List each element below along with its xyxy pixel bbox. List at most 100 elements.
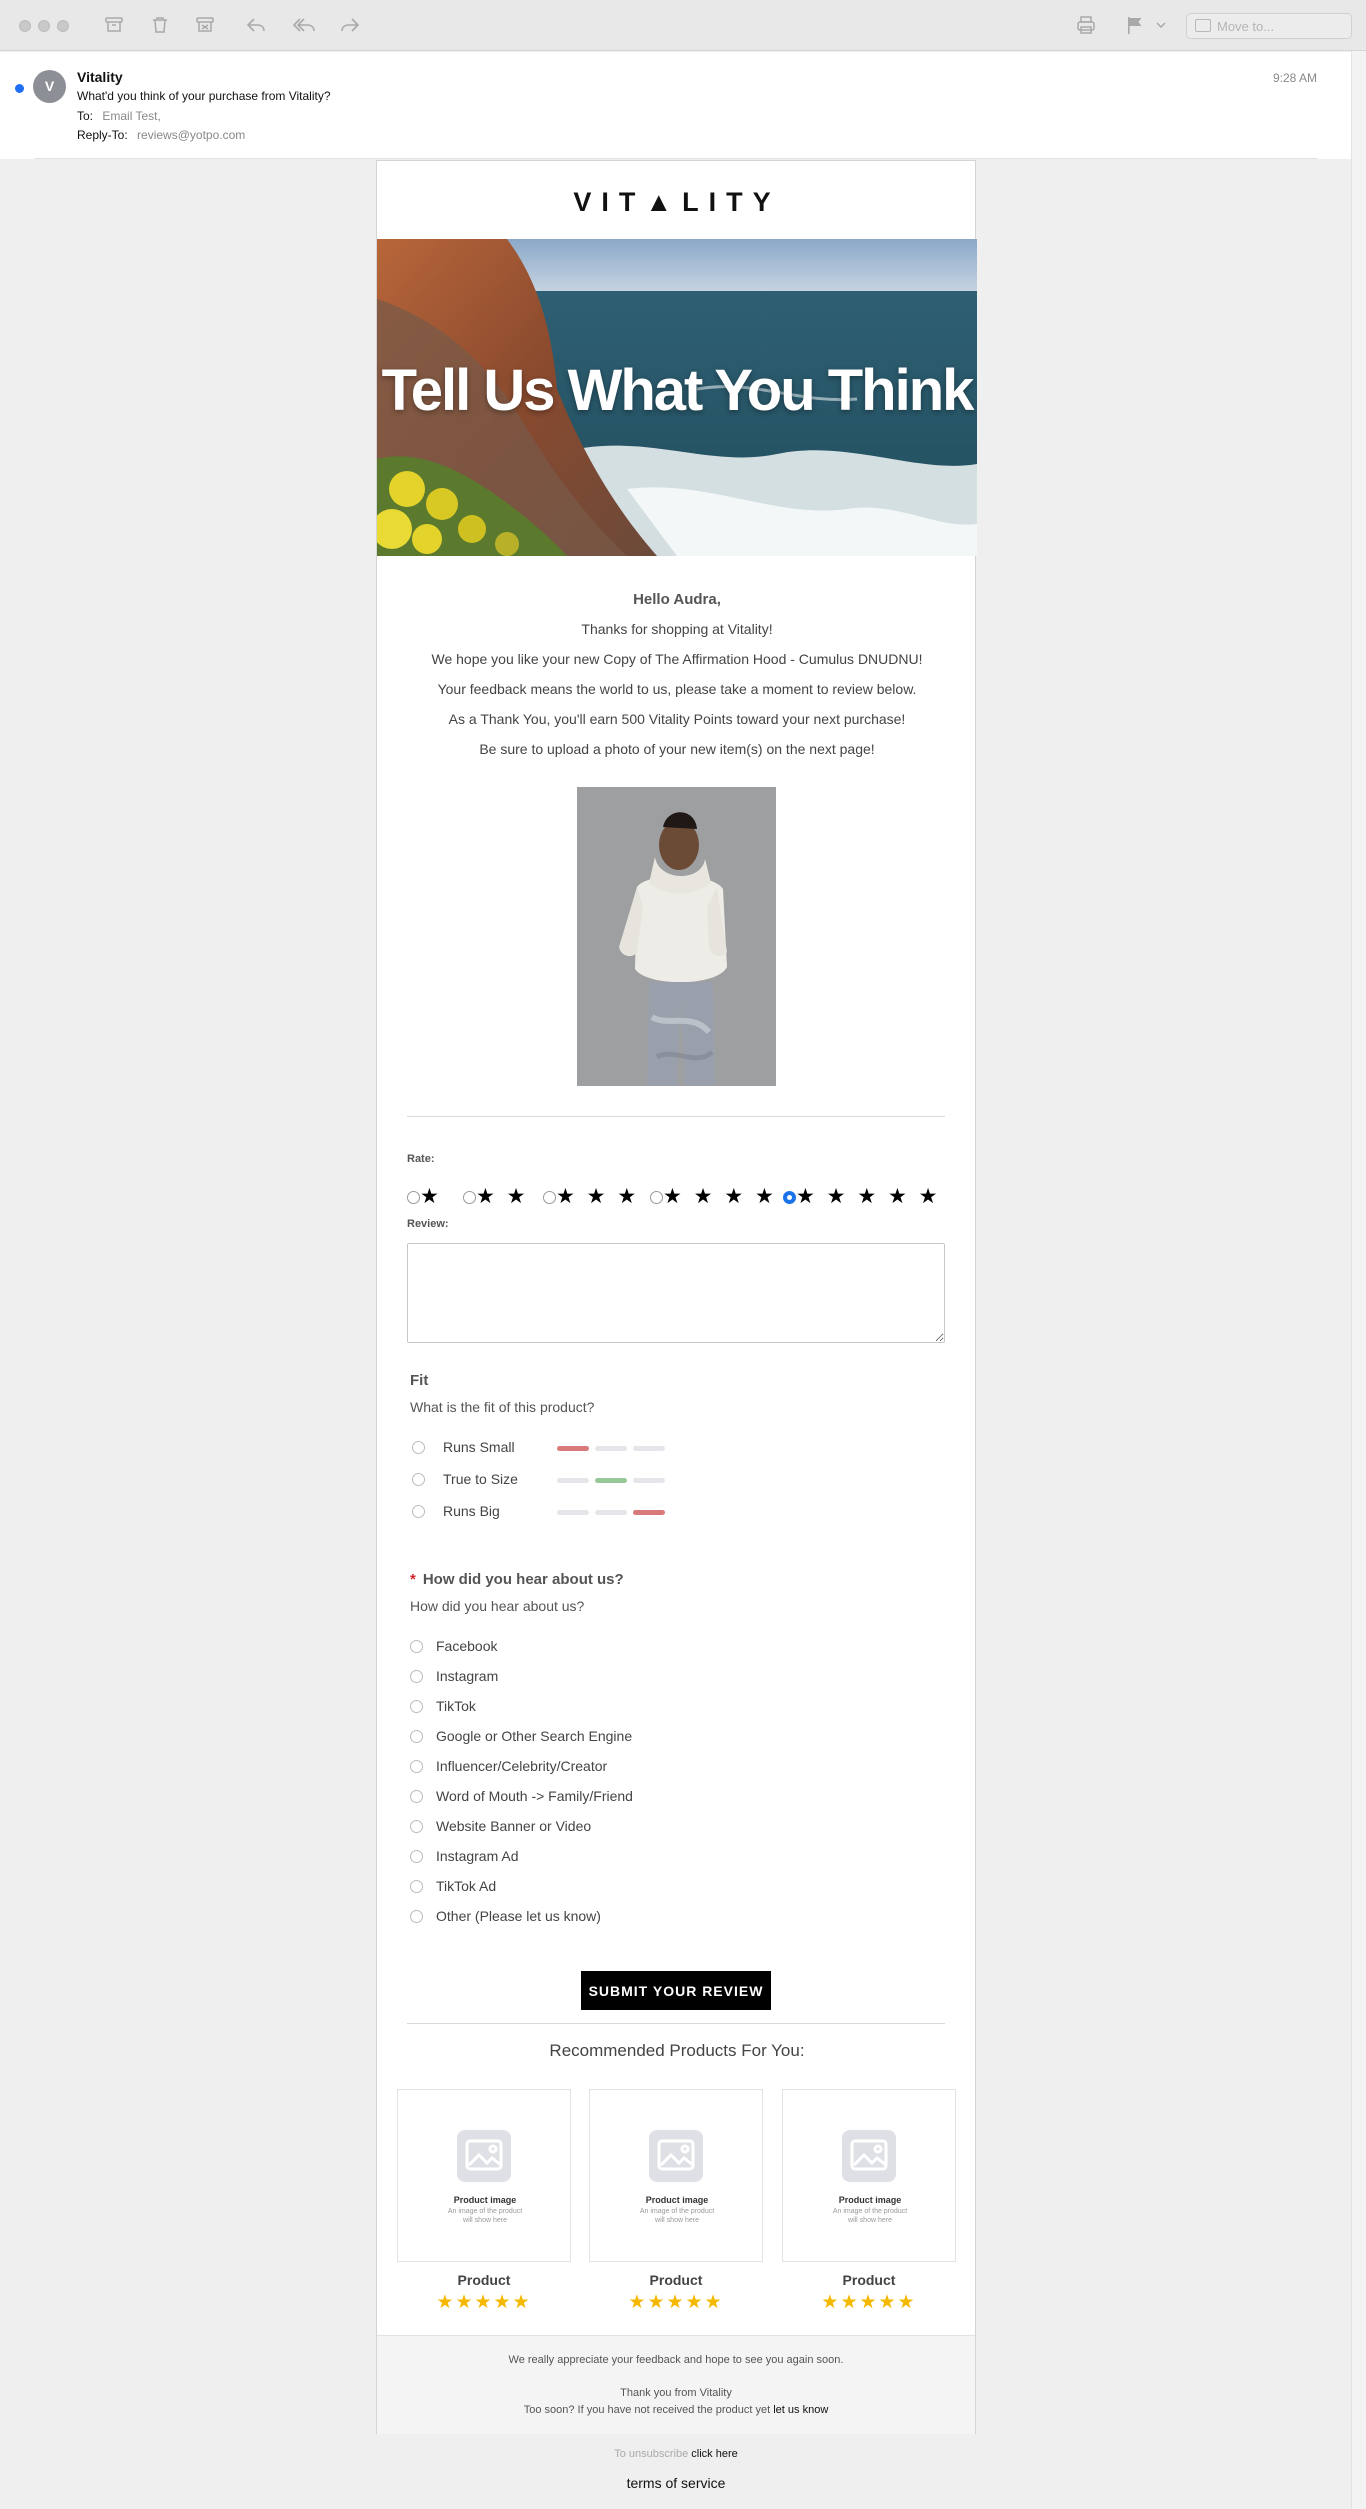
product-photo[interactable]	[577, 787, 776, 1086]
rating-option-1[interactable]: ★	[407, 1185, 442, 1209]
email-footer: We really appreciate your feedback and h…	[377, 2335, 975, 2434]
product-image-desc: An image of the product will show here	[447, 2208, 523, 2224]
hear-option-other[interactable]: Other (Please let us know)	[410, 1907, 810, 1927]
minimize-window-button[interactable]	[38, 20, 50, 32]
hear-option-tiktok-ad[interactable]: TikTok Ad	[410, 1877, 810, 1897]
rating-option-4[interactable]: ★ ★ ★ ★	[650, 1185, 777, 1209]
rate-label: Rate:	[407, 1153, 435, 1165]
product-image-desc: An image of the product will show here	[639, 2208, 715, 2224]
product-name[interactable]: Product	[589, 2272, 763, 2288]
star-icon: ★ ★ ★	[556, 1185, 640, 1208]
reply-to-label: Reply-To:	[77, 128, 128, 142]
forward-icon[interactable]	[339, 14, 361, 36]
terms-of-service-link[interactable]: terms of service	[376, 2475, 976, 2491]
hear-question: How did you hear about us?	[410, 1598, 585, 1614]
product-name[interactable]: Product	[782, 2272, 956, 2288]
hear-radio[interactable]	[410, 1700, 423, 1713]
fit-option-true-to-size[interactable]: True to Size	[412, 1470, 712, 1490]
fit-radio[interactable]	[412, 1441, 425, 1454]
hear-radio[interactable]	[410, 1820, 423, 1833]
hear-option-label: Google or Other Search Engine	[436, 1728, 633, 1744]
scrollbar[interactable]	[1351, 51, 1366, 2509]
hear-option-label: TikTok Ad	[436, 1878, 497, 1894]
hear-option-label: Influencer/Celebrity/Creator	[436, 1758, 608, 1774]
hear-option-search[interactable]: Google or Other Search Engine	[410, 1727, 810, 1747]
product-image-placeholder[interactable]: Product image An image of the product wi…	[782, 2089, 956, 2262]
flag-icon[interactable]	[1124, 14, 1146, 36]
hear-radio[interactable]	[410, 1850, 423, 1863]
star-rating-icon: ★★★★★	[821, 2292, 917, 2313]
hear-radio[interactable]	[410, 1760, 423, 1773]
fit-option-runs-small[interactable]: Runs Small	[412, 1438, 712, 1458]
product-image-placeholder[interactable]: Product image An image of the product wi…	[397, 2089, 571, 2262]
hear-radio[interactable]	[410, 1730, 423, 1743]
rating-radio[interactable]	[463, 1190, 476, 1204]
product-name[interactable]: Product	[397, 2272, 571, 2288]
review-textarea[interactable]	[407, 1243, 945, 1343]
hear-option-instagram[interactable]: Instagram	[410, 1667, 810, 1687]
rating-option-3[interactable]: ★ ★ ★	[543, 1185, 639, 1209]
rating-option-2[interactable]: ★ ★	[463, 1185, 529, 1209]
zoom-window-button[interactable]	[57, 20, 69, 32]
unsubscribe-link[interactable]: click here	[691, 2448, 737, 2460]
hear-radio[interactable]	[410, 1910, 423, 1923]
rating-radio[interactable]	[650, 1190, 663, 1204]
mail-window: Move to... V Vitality What'd you think o…	[0, 0, 1366, 2509]
hear-option-label: Instagram	[436, 1668, 499, 1684]
fit-scale-bar	[595, 1478, 627, 1483]
chevron-down-icon[interactable]	[1154, 14, 1168, 36]
fit-option-runs-big[interactable]: Runs Big	[412, 1502, 712, 1522]
hear-option-label: Other (Please let us know)	[436, 1908, 601, 1924]
archive-icon[interactable]	[103, 14, 125, 36]
rating-option-5[interactable]: ★ ★ ★ ★ ★	[783, 1185, 940, 1209]
hear-radio[interactable]	[410, 1670, 423, 1683]
junk-icon[interactable]	[194, 14, 216, 36]
product-image-title: Product image	[838, 2195, 902, 2205]
header-divider	[34, 158, 1318, 159]
close-window-button[interactable]	[19, 20, 31, 32]
greeting: Hello Audra,	[633, 591, 721, 608]
hear-option-facebook[interactable]: Facebook	[410, 1637, 810, 1657]
star-icon: ★ ★ ★ ★ ★	[796, 1185, 941, 1208]
rating-radio[interactable]	[543, 1190, 556, 1204]
rating-radio[interactable]	[407, 1190, 420, 1204]
sender-name[interactable]: Vitality	[77, 69, 123, 85]
fit-scale-bar	[595, 1510, 627, 1515]
brand-logo[interactable]: VIT▲LITY	[377, 187, 977, 218]
fit-scale-bar	[557, 1510, 589, 1515]
hero-banner[interactable]: Tell Us What You Think	[377, 239, 977, 556]
reply-icon[interactable]	[245, 14, 267, 36]
subject-line: What'd you think of your purchase from V…	[77, 89, 331, 103]
hear-radio[interactable]	[410, 1880, 423, 1893]
print-icon[interactable]	[1075, 14, 1097, 36]
hear-option-banner[interactable]: Website Banner or Video	[410, 1817, 810, 1837]
fit-option-label: Runs Big	[443, 1503, 500, 1519]
reply-all-icon[interactable]	[291, 14, 317, 36]
product-image-title: Product image	[645, 2195, 709, 2205]
product-image-placeholder[interactable]: Product image An image of the product wi…	[589, 2089, 763, 2262]
move-to-field[interactable]: Move to...	[1186, 13, 1352, 39]
message-line: Be sure to upload a photo of your new it…	[479, 741, 875, 757]
fit-scale-bar	[595, 1446, 627, 1451]
to-recipient[interactable]: Email Test,	[102, 109, 160, 123]
hear-option-label: Facebook	[436, 1638, 498, 1654]
fit-scale-bar	[557, 1446, 589, 1451]
hear-option-instagram-ad[interactable]: Instagram Ad	[410, 1847, 810, 1867]
hear-option-tiktok[interactable]: TikTok	[410, 1697, 810, 1717]
hear-option-word-of-mouth[interactable]: Word of Mouth -> Family/Friend	[410, 1787, 810, 1807]
fit-option-label: Runs Small	[443, 1439, 515, 1455]
reply-to-line: Reply-To: reviews@yotpo.com	[77, 128, 245, 142]
footer-too-soon-text: Too soon? If you have not received the p…	[523, 2404, 771, 2416]
reply-to-address[interactable]: reviews@yotpo.com	[137, 128, 245, 142]
fit-radio[interactable]	[412, 1505, 425, 1518]
hear-radio[interactable]	[410, 1640, 423, 1653]
message-line: We hope you like your new Copy of The Af…	[431, 651, 923, 667]
let-us-know-link[interactable]: let us know	[773, 2404, 828, 2416]
fit-radio[interactable]	[412, 1473, 425, 1486]
hear-option-label: TikTok	[436, 1698, 476, 1714]
hear-radio[interactable]	[410, 1790, 423, 1803]
trash-icon[interactable]	[149, 14, 171, 36]
submit-review-button[interactable]: SUBMIT YOUR REVIEW	[581, 1971, 771, 2010]
rating-radio-selected[interactable]	[783, 1190, 796, 1204]
hear-option-influencer[interactable]: Influencer/Celebrity/Creator	[410, 1757, 810, 1777]
